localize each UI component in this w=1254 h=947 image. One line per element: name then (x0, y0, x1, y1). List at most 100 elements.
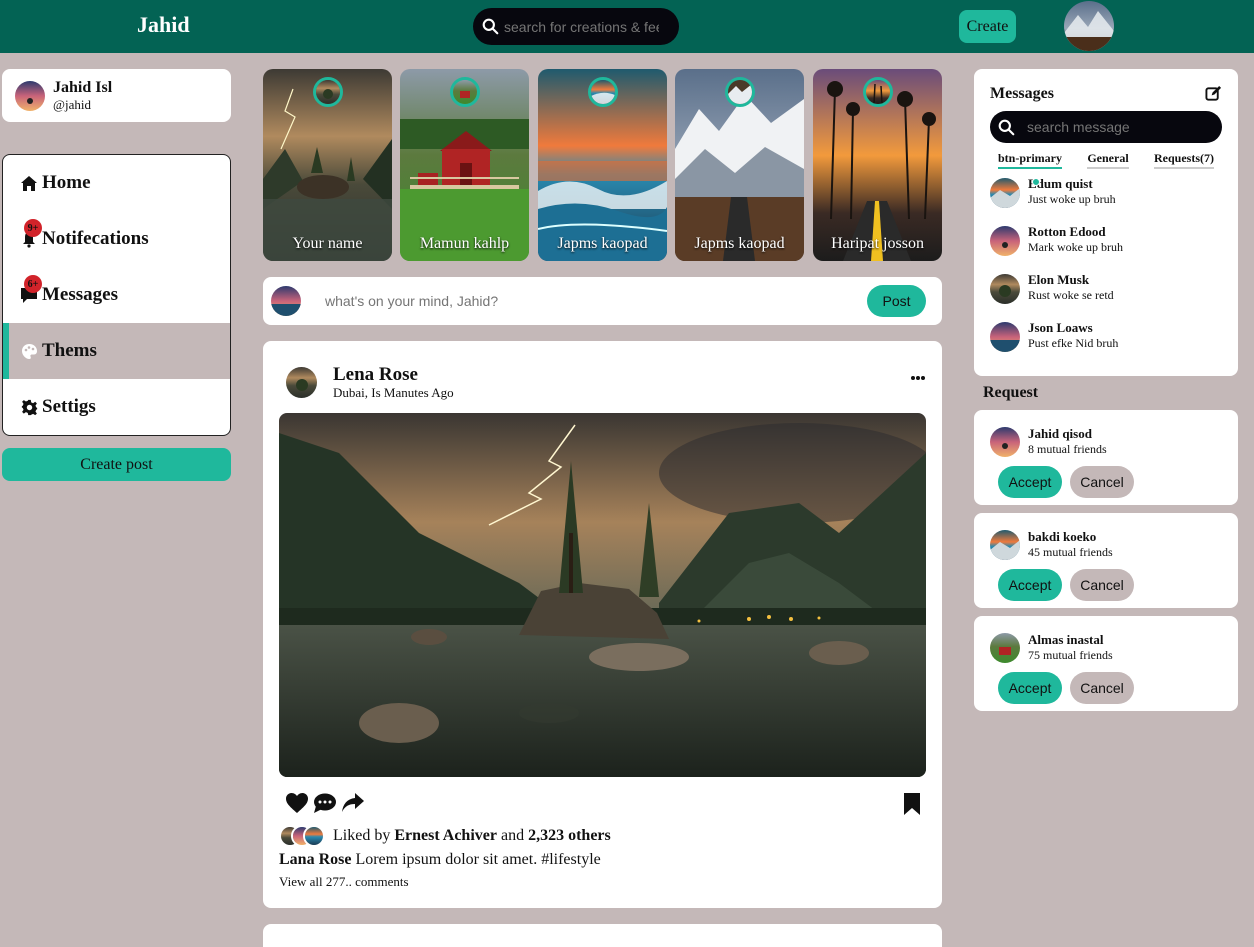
more-options-icon[interactable] (910, 375, 926, 381)
feed-post (263, 924, 942, 947)
story-name: Your name (292, 235, 363, 252)
accept-button[interactable]: Accept (998, 672, 1062, 704)
composer-input[interactable] (325, 293, 825, 309)
friend-request-card: Jahid qisod 8 mutual friends Accept Cance… (974, 410, 1238, 505)
liked-by-row: Liked by Ernest Achiver and 2,323 others (279, 825, 611, 847)
story-name: Haripat josson (831, 235, 924, 252)
story-card[interactable]: Haripat josson (813, 69, 942, 261)
post-button[interactable]: Post (867, 285, 926, 317)
messages-badge: 6+ (24, 275, 42, 293)
contact-name: Elon Musk (1028, 272, 1090, 287)
friend-request-card: bakdi koeko 45 mutual friends Accept Canc… (974, 513, 1238, 608)
caption-author[interactable]: Lana Rose (279, 851, 351, 868)
cancel-button[interactable]: Cancel (1070, 466, 1134, 498)
share-icon[interactable] (341, 792, 365, 814)
story-avatar (862, 77, 893, 107)
view-comments-link[interactable]: View all 277.. comments (279, 874, 409, 890)
top-navbar: Jahid Create (0, 0, 1254, 53)
notification-badge: 9+ (24, 219, 42, 237)
post-composer: Post (263, 277, 942, 325)
contact-avatar (990, 226, 1020, 256)
story-avatar (312, 77, 343, 107)
post-author-name[interactable]: Lena Rose (333, 365, 454, 384)
global-search-bar[interactable] (473, 8, 679, 45)
search-icon (998, 119, 1015, 135)
sidebar-item-home[interactable]: Home (3, 155, 230, 211)
post-caption: Lana Rose Lorem ipsum dolor sit amet. #l… (279, 851, 601, 869)
sidebar-item-settings[interactable]: Settigs (3, 379, 230, 435)
message-item[interactable]: Json Loaws Pust efke Nid bruh (990, 320, 1123, 368)
contact-avatar (990, 274, 1020, 304)
comment-icon[interactable] (313, 792, 337, 814)
friend-request-card: Almas inastal 75 mutual friends Accept Ca… (974, 616, 1238, 711)
request-name[interactable]: Jahid qisod (1028, 426, 1107, 442)
request-avatar[interactable] (990, 426, 1020, 457)
accept-button[interactable]: Accept (998, 466, 1062, 498)
message-preview: Rust woke se retd (1028, 287, 1114, 302)
story-card[interactable]: Your name (263, 69, 392, 261)
post-author-avatar[interactable] (286, 366, 317, 398)
story-avatar (587, 77, 618, 107)
message-preview: Mark woke up bruh (1028, 239, 1123, 254)
caption-text: Lorem ipsum dolor sit amet. (355, 851, 538, 868)
story-avatar (449, 77, 480, 107)
heart-icon[interactable] (285, 792, 309, 814)
create-post-button[interactable]: Create post (2, 448, 231, 481)
request-avatar[interactable] (990, 529, 1020, 560)
app-logo[interactable]: Jahid (137, 12, 190, 38)
story-name: Japms kaopad (694, 235, 785, 252)
global-search-input[interactable] (504, 18, 659, 35)
bookmark-icon[interactable] (903, 792, 921, 816)
gear-icon (19, 397, 39, 417)
message-item[interactable]: Edum quist Just woke up bruh (990, 176, 1123, 224)
profile-card[interactable]: Jahid Isl @jahid (2, 69, 231, 122)
liked-prefix: Liked by (333, 827, 391, 844)
request-name[interactable]: Almas inastal (1028, 632, 1113, 648)
tab-general[interactable]: General (1087, 151, 1129, 169)
nav-avatar[interactable] (1064, 1, 1114, 51)
contact-name: Edum quist (1028, 176, 1093, 191)
search-icon (482, 18, 499, 35)
post-image[interactable] (279, 413, 926, 777)
request-avatar[interactable] (990, 632, 1020, 663)
message-search-input[interactable] (1027, 119, 1197, 135)
request-name[interactable]: bakdi koeko (1028, 529, 1113, 545)
liked-user[interactable]: Ernest Achiver (394, 827, 497, 845)
caption-hashtag[interactable]: #lifestyle (541, 851, 601, 868)
sidebar-item-notifications[interactable]: 9+ Notifecations (3, 211, 230, 267)
story-avatar (724, 77, 755, 107)
sidebar-item-label: Home (42, 172, 91, 193)
story-card[interactable]: Japms kaopad (538, 69, 667, 261)
message-preview: Pust efke Nid bruh (1028, 335, 1119, 350)
cancel-button[interactable]: Cancel (1070, 672, 1134, 704)
tab-requests[interactable]: Requests(7) (1153, 151, 1214, 169)
story-card[interactable]: Mamun kahlp (400, 69, 529, 261)
edit-icon[interactable] (1205, 85, 1222, 102)
sidebar-item-messages[interactable]: 6+ Messages (3, 267, 230, 323)
post-location: Dubai, Is Manutes Ago (333, 385, 454, 400)
messages-title: Messages (990, 85, 1054, 102)
liker-avatar (303, 825, 325, 847)
contact-name: Rotton Edood (1028, 224, 1106, 239)
online-indicator (1032, 178, 1040, 186)
liked-others[interactable]: 2,323 others (528, 827, 611, 845)
sidebar-item-themes[interactable]: Thems (3, 323, 230, 379)
sidebar-item-label: Notifecations (42, 228, 149, 249)
cancel-button[interactable]: Cancel (1070, 569, 1134, 601)
story-card[interactable]: Japms kaopad (675, 69, 804, 261)
sidebar-item-label: Messages (42, 284, 118, 305)
liked-avatars (279, 825, 325, 847)
message-item[interactable]: Elon Musk Rust woke se retd (990, 272, 1123, 320)
message-list: Edum quist Just woke up bruh Rotton Edood… (990, 176, 1123, 368)
message-preview: Just woke up bruh (1028, 191, 1116, 206)
message-item[interactable]: Rotton Edood Mark woke up bruh (990, 224, 1123, 272)
message-search-bar[interactable] (990, 111, 1222, 143)
profile-name: Jahid Isl (53, 79, 113, 96)
sidebar-item-label: Thems (42, 340, 97, 361)
tab-primary[interactable]: btn-primary (998, 151, 1062, 169)
contact-avatar (990, 322, 1020, 352)
profile-avatar (15, 80, 45, 111)
accept-button[interactable]: Accept (998, 569, 1062, 601)
create-button[interactable]: Create (959, 10, 1016, 43)
post-header: Lena Rose Dubai, Is Manutes Ago (286, 365, 454, 399)
